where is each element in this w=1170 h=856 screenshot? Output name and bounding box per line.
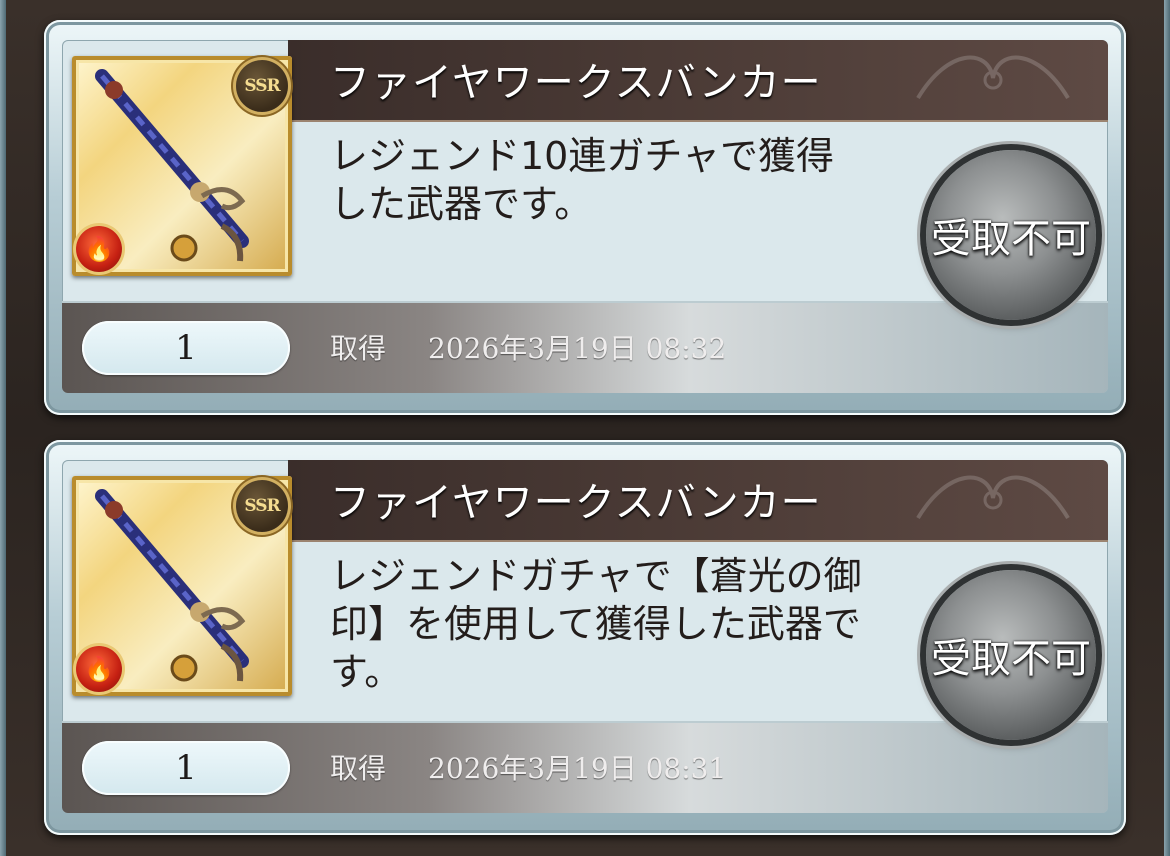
acquired-date: 2026年3月19日 08:31 bbox=[428, 752, 727, 785]
ssr-badge-icon: SSR bbox=[236, 480, 288, 532]
item-info-bar: 1 取得 2026年3月19日 08:32 bbox=[62, 301, 1108, 393]
claim-button[interactable]: 受取不可 bbox=[926, 570, 1096, 740]
acquired-label: 取得 bbox=[330, 752, 387, 785]
claim-button-label: 受取不可 bbox=[931, 636, 1091, 682]
item-info-bar: 1 取得 2026年3月19日 08:31 bbox=[62, 721, 1108, 813]
left-frame-rail bbox=[0, 0, 6, 856]
fire-element-icon: 🔥 bbox=[76, 226, 122, 272]
item-name: ファイヤワークスバンカー bbox=[330, 480, 822, 526]
ornament-icon bbox=[916, 475, 1070, 520]
item-name: ファイヤワークスバンカー bbox=[330, 60, 822, 106]
weapon-thumbnail[interactable]: SSR 🔥 bbox=[72, 56, 292, 276]
claim-button[interactable]: 受取不可 bbox=[926, 150, 1096, 320]
item-title-bar: ファイヤワークスバンカー bbox=[288, 40, 1108, 122]
item-quantity: 1 bbox=[82, 321, 290, 375]
item-description: レジェンドガチャで【蒼光の御印】を使用して獲得した武器です。 bbox=[330, 554, 862, 694]
item-description: レジェンド10連ガチャで獲得した武器です。 bbox=[330, 134, 834, 226]
acquired-date: 2026年3月19日 08:32 bbox=[428, 332, 727, 365]
ornament-icon bbox=[916, 55, 1070, 100]
weapon-thumbnail[interactable]: SSR 🔥 bbox=[72, 476, 292, 696]
right-frame-rail bbox=[1164, 0, 1170, 856]
ssr-badge-icon: SSR bbox=[236, 60, 288, 112]
claim-button-label: 受取不可 bbox=[931, 216, 1091, 262]
item-card: ファイヤワークスバンカー SSR 🔥 レジェンド10連ガチャで獲得した武器です。… bbox=[44, 20, 1126, 415]
acquired-label: 取得 bbox=[330, 332, 387, 365]
fire-element-icon: 🔥 bbox=[76, 646, 122, 692]
item-title-bar: ファイヤワークスバンカー bbox=[288, 460, 1108, 542]
present-box-list: ファイヤワークスバンカー SSR 🔥 レジェンド10連ガチャで獲得した武器です。… bbox=[0, 0, 1170, 856]
item-card: ファイヤワークスバンカー SSR 🔥 レジェンドガチャで【蒼光の御印】を使用して… bbox=[44, 440, 1126, 835]
item-quantity: 1 bbox=[82, 741, 290, 795]
